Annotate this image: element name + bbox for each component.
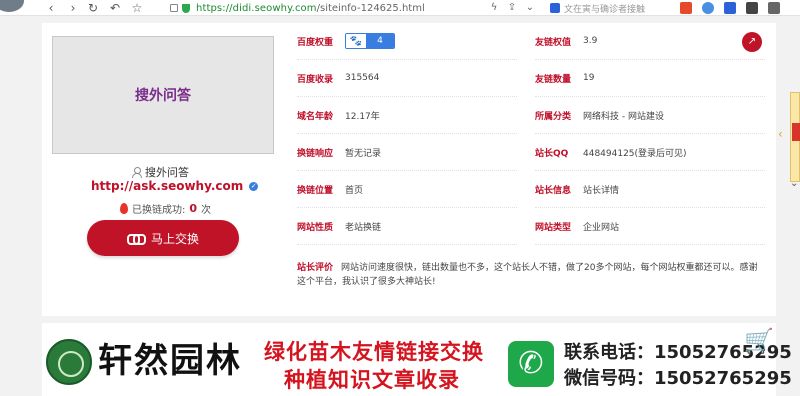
info-row-baidu-weight: 百度权重 🐾 4 — [297, 23, 517, 60]
refresh-icon[interactable]: ↻ — [86, 1, 100, 15]
profile-avatar[interactable] — [0, 0, 24, 12]
friend-weight-value: 3.9 — [583, 36, 598, 46]
friend-count-label: 友链数量 — [535, 74, 572, 85]
info-row-response: 换链响应 暂无记录 — [297, 134, 517, 171]
browser-toolbar: ‹ › ↻ ↶ ☆ https://didi.seowhy.com/sitein… — [0, 0, 800, 16]
category-label: 所属分类 — [535, 111, 572, 122]
category-value: 网络科技 - 网站建设 — [583, 111, 664, 122]
owner-info-label: 站长信息 — [535, 185, 572, 196]
review-row: 站长评价 网站访问速度很快，链出数量也不多，这个站长人不错，做了20多个网站，每个… — [297, 261, 762, 289]
verified-icon: ✓ — [249, 181, 259, 191]
info-row-site-nature: 网站性质 老站换链 — [297, 208, 517, 245]
swap-label: 已换链成功: — [132, 205, 186, 216]
baidu-index-value: 315564 — [345, 73, 380, 83]
qq-value: 448494125(登录后可见) — [583, 148, 687, 159]
extension-icon[interactable] — [702, 2, 714, 14]
lock-icon — [170, 4, 178, 12]
info-row-position: 换链位置 首页 — [297, 171, 517, 208]
exchange-button-label: 马上交换 — [150, 231, 199, 246]
share-icon[interactable]: ⇪ — [506, 2, 518, 14]
chevron-left-icon[interactable]: ‹ — [778, 127, 783, 141]
swap-count-number: 0 — [189, 202, 198, 215]
url-host: https://didi.seowhy.com — [196, 2, 317, 14]
site-url-text[interactable]: http://ask.seowhy.com — [91, 179, 243, 193]
address-bar[interactable]: https://didi.seowhy.com/siteinfo-124625.… — [170, 1, 530, 15]
baidu-index-label: 百度收录 — [297, 74, 334, 85]
baidu-weight-label: 百度权重 — [297, 37, 334, 48]
dropdown-icon[interactable]: ⌄ — [524, 2, 536, 14]
site-name: 搜外问答 — [132, 164, 242, 180]
site-type-label: 网站类型 — [535, 222, 572, 233]
fire-icon — [120, 203, 128, 214]
domain-age-label: 域名年龄 — [297, 111, 334, 122]
site-type-value: 企业网站 — [583, 222, 620, 233]
extension-icon[interactable] — [680, 2, 692, 14]
link-icon — [126, 234, 146, 245]
friend-count-value: 19 — [583, 73, 595, 83]
phone-icon — [508, 341, 554, 387]
thumbnail-text: 搜外问答 — [135, 88, 191, 104]
back-icon[interactable]: ‹ — [44, 1, 58, 15]
swap-count: 已换链成功: 0 次 — [120, 201, 211, 216]
site-url[interactable]: http://ask.seowhy.com ✓ — [91, 179, 259, 193]
share-icon[interactable]: ↗ — [742, 32, 762, 52]
lightning-icon[interactable]: ϟ — [488, 2, 500, 14]
baidu-paw-icon: 🐾 — [346, 34, 366, 48]
forward-icon[interactable]: › — [66, 1, 80, 15]
info-row-domain-age: 域名年龄 12.17年 — [297, 97, 517, 134]
search-engine-icon — [550, 3, 560, 13]
exchange-button[interactable]: 马上交换 — [87, 220, 239, 256]
extension-icon[interactable] — [768, 2, 780, 14]
domain-age-value: 12.17年 — [345, 111, 380, 122]
owner-info-link[interactable]: 站长详情 — [583, 183, 619, 196]
baidu-weight-badge: 🐾 4 — [345, 33, 395, 49]
site-nature-value: 老站换链 — [345, 222, 382, 233]
extension-icon[interactable] — [746, 2, 758, 14]
position-value: 首页 — [345, 185, 364, 196]
site-thumbnail[interactable]: 搜外问答 — [52, 36, 274, 154]
response-label: 换链响应 — [297, 148, 334, 159]
search-placeholder: 文在寅与确诊者接触 — [564, 4, 646, 15]
review-label: 站长评价 — [297, 263, 334, 273]
info-row-friend-count: 友链数量 19 — [535, 60, 765, 97]
review-text: 网站访问速度很快，链出数量也不多，这个站长人不错，做了20多个网站，每个网站权重… — [297, 263, 758, 287]
info-row-friend-weight: 友链权值 3.9 — [535, 23, 765, 60]
friend-weight-label: 友链权值 — [535, 37, 572, 48]
extension-icon[interactable] — [724, 2, 736, 14]
side-float-panel[interactable] — [790, 92, 800, 182]
chevron-down-icon[interactable]: ⌄ — [790, 178, 798, 189]
url-path: /siteinfo-124625.html — [316, 2, 425, 14]
site-info-card: 搜外问答 搜外问答 http://ask.seowhy.com ✓ 已换链成功:… — [42, 23, 776, 316]
star-icon[interactable]: ☆ — [130, 1, 144, 15]
info-row-owner-info: 站长信息 站长详情 — [535, 171, 765, 208]
position-label: 换链位置 — [297, 185, 334, 196]
slogan-line-2: 种植知识文章收录 — [284, 368, 460, 392]
qq-label: 站长QQ — [535, 148, 569, 159]
ad-banner[interactable]: 轩然园林 绿化苗木友情链接交换 种植知识文章收录 联系电话：1505276529… — [42, 323, 792, 396]
info-row-qq: 站长QQ 448494125(登录后可见) — [535, 134, 765, 171]
slogan-line-1: 绿化苗木友情链接交换 — [264, 340, 484, 364]
search-input[interactable]: 文在寅与确诊者接触 — [550, 1, 670, 15]
info-row-site-type: 网站类型 企业网站 — [535, 208, 765, 245]
shield-icon — [182, 3, 190, 13]
user-icon — [132, 167, 142, 178]
baidu-weight-value: 4 — [366, 34, 394, 48]
site-name-text: 搜外问答 — [145, 166, 189, 179]
cart-icon[interactable]: 🛒 — [744, 329, 774, 353]
brand-name: 轩然园林 — [98, 341, 242, 381]
brand-logo-icon — [46, 339, 92, 385]
undo-icon[interactable]: ↶ — [108, 1, 122, 15]
contact-wechat: 微信号码：15052765295 — [564, 368, 792, 389]
response-value: 暂无记录 — [345, 148, 382, 159]
site-nature-label: 网站性质 — [297, 222, 334, 233]
side-float-tab[interactable] — [792, 123, 800, 141]
info-row-category: 所属分类 网络科技 - 网站建设 — [535, 97, 765, 134]
swap-unit: 次 — [201, 205, 212, 216]
info-row-baidu-index: 百度收录 315564 — [297, 60, 517, 97]
